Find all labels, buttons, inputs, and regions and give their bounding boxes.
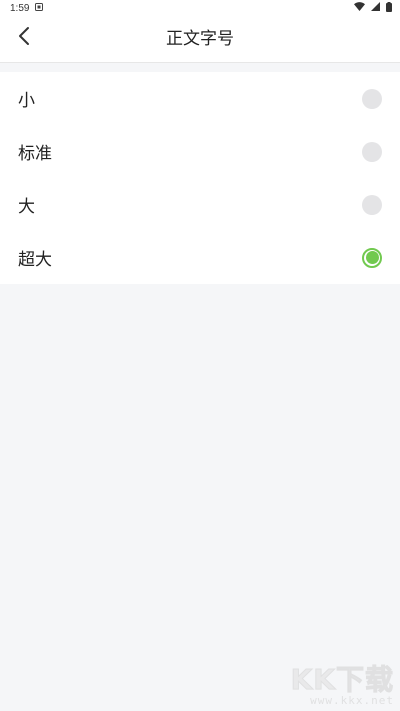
radio-button-selected[interactable]: [362, 247, 382, 268]
watermark-logo: KK下载: [290, 663, 394, 697]
header: 正文字号: [0, 16, 400, 63]
option-large[interactable]: 大: [0, 178, 400, 231]
battery-icon: [386, 1, 392, 15]
option-label: 大: [18, 197, 35, 217]
watermark: KK下载 www.kkx.net: [290, 658, 394, 708]
option-small[interactable]: 小: [0, 72, 400, 125]
status-bar: 1:59: [0, 0, 400, 16]
option-standard[interactable]: 标准: [0, 125, 400, 178]
radio-button[interactable]: [362, 88, 382, 109]
signal-icon: [371, 2, 380, 14]
radio-button[interactable]: [362, 141, 382, 162]
notification-icon: [35, 2, 44, 14]
option-label: 超大: [18, 250, 52, 270]
font-size-options: 小 标准 大 超大: [0, 72, 400, 284]
option-label: 小: [18, 91, 35, 111]
radio-button[interactable]: [362, 194, 382, 215]
back-button[interactable]: [10, 24, 38, 52]
chevron-left-icon: [17, 26, 31, 50]
page-title: 正文字号: [166, 29, 234, 49]
option-label: 标准: [18, 144, 52, 164]
wifi-icon: [354, 2, 365, 14]
option-extra-large[interactable]: 超大: [0, 231, 400, 284]
section-gap: [0, 63, 400, 72]
status-time: 1:59: [10, 2, 30, 14]
